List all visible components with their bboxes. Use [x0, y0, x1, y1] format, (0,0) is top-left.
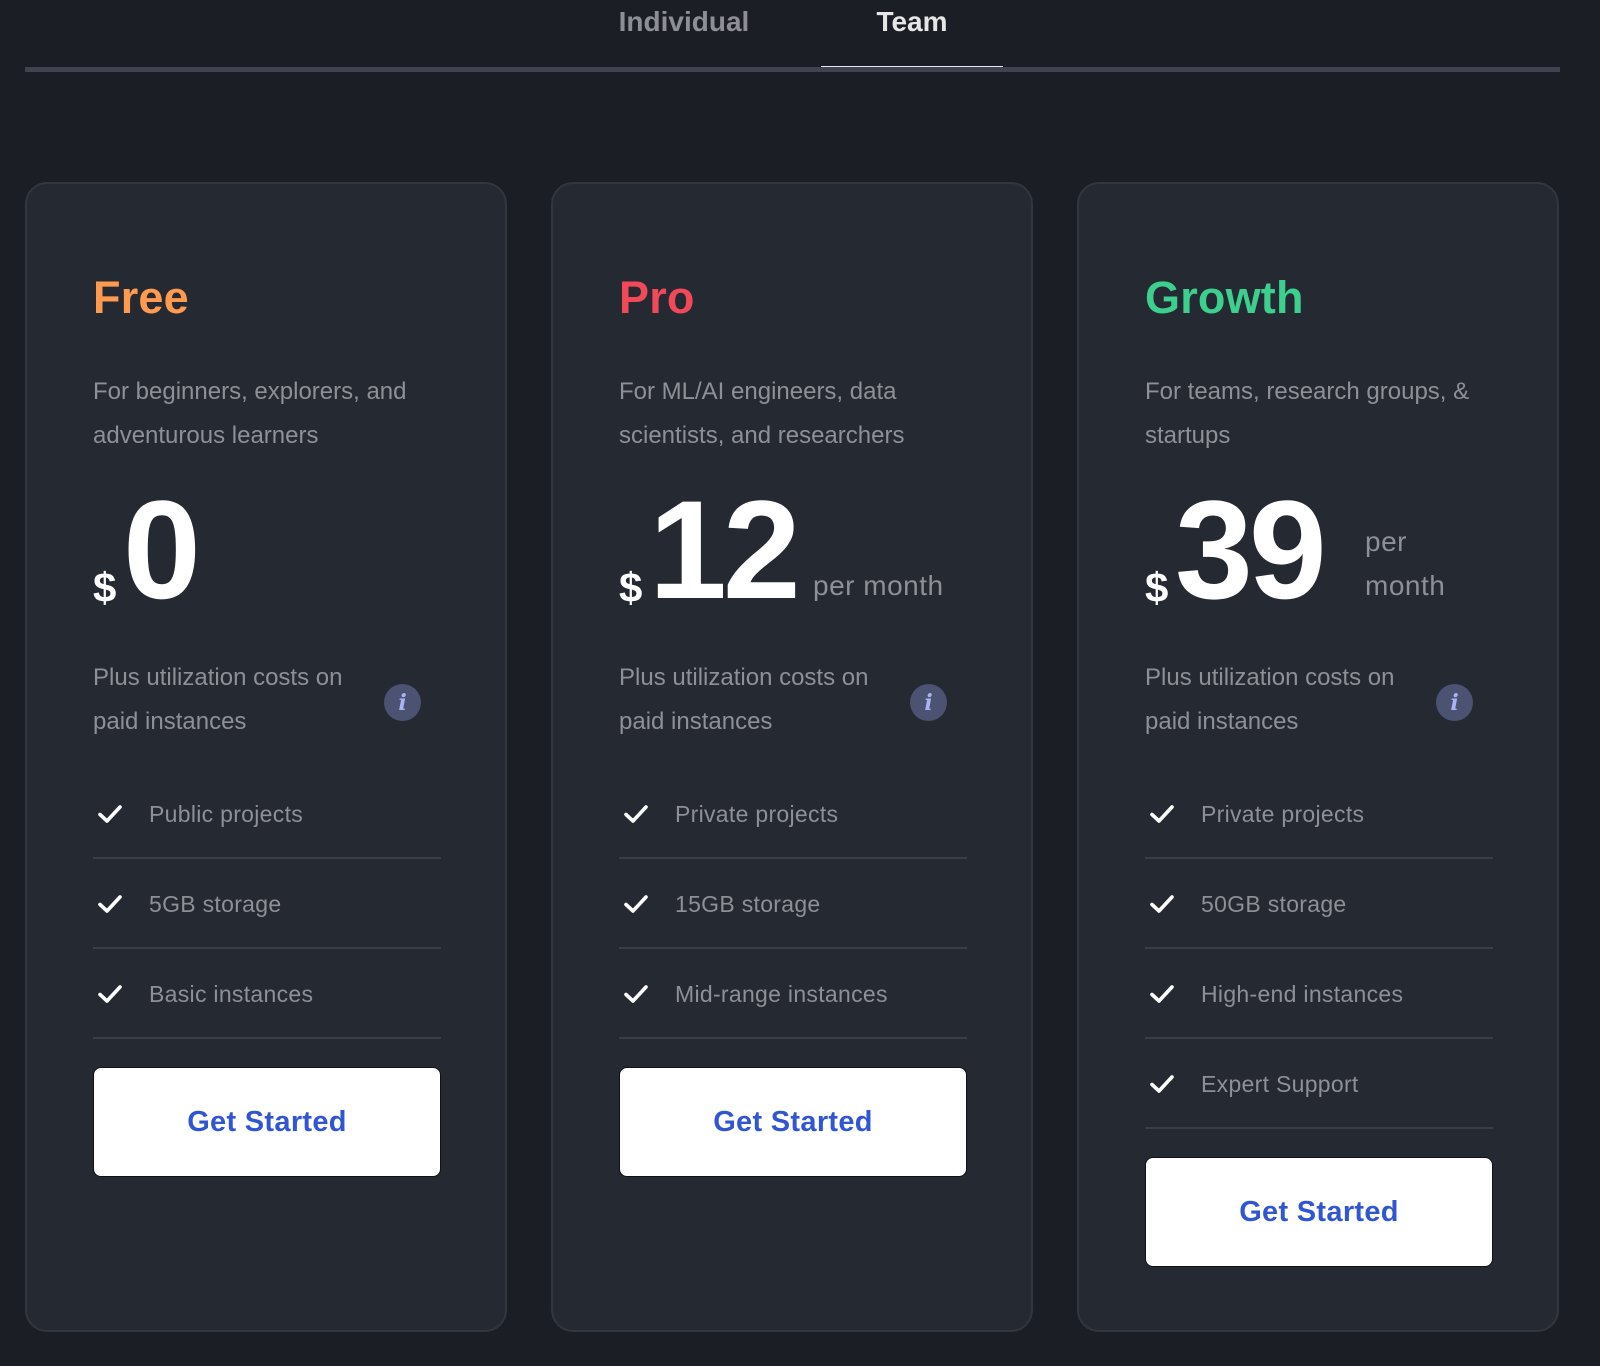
price-amount: 0	[123, 471, 201, 628]
tab-team-label: Team	[876, 6, 948, 37]
feature-item: 15GB storage	[619, 859, 967, 949]
plan-description: For teams, research groups, & startups	[1145, 378, 1470, 449]
feature-label: Private projects	[1201, 800, 1365, 827]
feature-list: Private projects 50GB storage High-end ins…	[1145, 769, 1493, 1129]
get-started-button[interactable]: Get Started	[1145, 1157, 1493, 1267]
feature-item: Expert Support	[1145, 1039, 1493, 1129]
currency-symbol: $	[93, 564, 117, 611]
checkmark-icon	[95, 979, 125, 1009]
feature-list: Private projects 15GB storage Mid-range in…	[619, 769, 967, 1039]
plan-price: $ 12 per month	[619, 480, 999, 626]
plan-card-free: Free For beginners, explorers, and adven…	[25, 182, 507, 1332]
utilization-note: Plus utilization costs on paid instances	[1145, 664, 1395, 735]
checkmark-icon	[621, 799, 651, 829]
get-started-button[interactable]: Get Started	[93, 1067, 441, 1177]
checkmark-icon	[1147, 799, 1177, 829]
plan-card-pro: Pro For ML/AI engineers, data scientists…	[551, 182, 1033, 1332]
tab-team[interactable]: Team	[821, 0, 1003, 70]
plan-description: For ML/AI engineers, data scientists, an…	[619, 378, 905, 449]
checkmark-icon	[621, 889, 651, 919]
get-started-button[interactable]: Get Started	[619, 1067, 967, 1177]
checkmark-icon	[95, 799, 125, 829]
feature-label: High-end instances	[1201, 980, 1404, 1007]
plan-type-tabs: Individual Team	[25, 0, 1560, 72]
feature-label: Public projects	[149, 800, 304, 827]
feature-list: Public projects 5GB storage Basic instance…	[93, 769, 441, 1039]
tab-individual[interactable]: Individual	[565, 0, 803, 67]
feature-label: 5GB storage	[149, 890, 282, 917]
feature-label: Basic instances	[149, 980, 314, 1007]
feature-item: Private projects	[1145, 769, 1493, 859]
feature-label: Mid-range instances	[675, 980, 888, 1007]
info-icon[interactable]: i	[910, 684, 947, 721]
checkmark-icon	[1147, 889, 1177, 919]
plan-card-growth: Growth For teams, research groups, & sta…	[1077, 182, 1559, 1332]
price-amount: 12	[649, 471, 801, 628]
feature-item: Basic instances	[93, 949, 441, 1039]
feature-item: 50GB storage	[1145, 859, 1493, 949]
plan-price: $ 0	[93, 480, 473, 626]
tab-track-divider	[25, 67, 1560, 72]
currency-symbol: $	[619, 564, 643, 611]
feature-item: Public projects	[93, 769, 441, 859]
plan-name: Free	[93, 272, 189, 323]
feature-item: Mid-range instances	[619, 949, 967, 1039]
utilization-note: Plus utilization costs on paid instances	[93, 664, 343, 735]
checkmark-icon	[1147, 979, 1177, 1009]
feature-label: 15GB storage	[675, 890, 821, 917]
billing-period: per month	[813, 570, 944, 601]
plan-name: Growth	[1145, 272, 1304, 323]
billing-period: per month	[1365, 526, 1446, 601]
pricing-page: Individual Team Free For beginners, expl…	[0, 0, 1600, 1366]
info-icon[interactable]: i	[1436, 684, 1473, 721]
tab-individual-label: Individual	[618, 6, 750, 37]
utilization-note: Plus utilization costs on paid instances	[619, 664, 869, 735]
checkmark-icon	[1147, 1069, 1177, 1099]
feature-item: 5GB storage	[93, 859, 441, 949]
currency-symbol: $	[1145, 564, 1169, 611]
plan-description: For beginners, explorers, and adventurou…	[93, 378, 407, 449]
price-amount: 39	[1175, 471, 1327, 628]
checkmark-icon	[95, 889, 125, 919]
plan-name: Pro	[619, 272, 695, 323]
plan-price: $ 39 per month	[1145, 480, 1525, 626]
info-icon[interactable]: i	[384, 684, 421, 721]
feature-label: 50GB storage	[1201, 890, 1347, 917]
checkmark-icon	[621, 979, 651, 1009]
feature-item: Private projects	[619, 769, 967, 859]
feature-label: Expert Support	[1201, 1070, 1359, 1097]
feature-label: Private projects	[675, 800, 839, 827]
feature-item: High-end instances	[1145, 949, 1493, 1039]
